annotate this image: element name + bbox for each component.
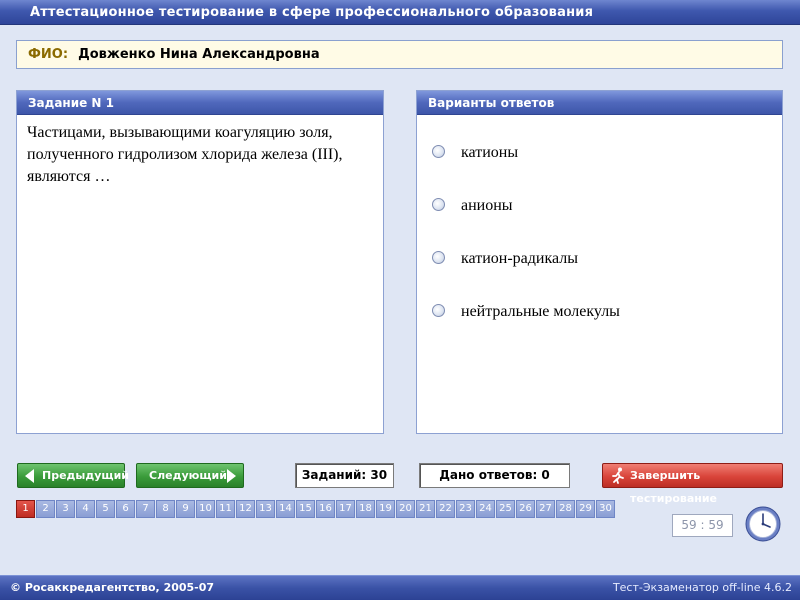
question-number-button[interactable]: 11 xyxy=(216,500,235,518)
question-text: Частицами, вызывающими коагуляцию золя, … xyxy=(27,124,343,185)
finish-test-button[interactable]: Завершить тестирование xyxy=(602,463,783,505)
radio-button-icon[interactable] xyxy=(432,303,445,317)
question-number-button[interactable]: 24 xyxy=(476,500,495,518)
clock-icon xyxy=(745,506,781,542)
question-number-button[interactable]: 3 xyxy=(56,500,75,518)
question-number-button[interactable]: 20 xyxy=(396,500,415,518)
fio-name: Довженко Нина Александровна xyxy=(78,47,320,62)
answered-counter: Дано ответов: 0 xyxy=(419,463,570,488)
answer-option-label: катионы xyxy=(461,144,519,161)
question-number-button[interactable]: 8 xyxy=(156,500,175,518)
question-header: Задание N 1 xyxy=(17,91,383,115)
version-text: Тест-Экзаменатор off-line 4.6.2 xyxy=(612,581,792,594)
next-button-label: Следующий xyxy=(149,469,227,482)
copyright-text: © Росаккредагентство, 2005-07 xyxy=(10,581,215,594)
previous-button[interactable]: Предыдущий xyxy=(17,463,129,488)
tasks-counter: Заданий: 30 xyxy=(295,463,394,488)
arrow-right-icon xyxy=(227,469,236,483)
question-number-button[interactable]: 25 xyxy=(496,500,515,518)
question-number-button[interactable]: 16 xyxy=(316,500,335,518)
question-number-button[interactable]: 22 xyxy=(436,500,455,518)
answer-option[interactable]: анионы xyxy=(432,194,513,218)
next-button[interactable]: Следующий xyxy=(136,463,244,488)
timer-display: 59 : 59 xyxy=(672,514,733,537)
answer-option-label: анионы xyxy=(461,197,513,214)
question-number-button[interactable]: 17 xyxy=(336,500,355,518)
arrow-left-icon xyxy=(25,469,34,483)
answers-panel: Варианты ответов катионы анионы катион-р… xyxy=(416,90,783,434)
question-number-button[interactable]: 21 xyxy=(416,500,435,518)
answer-option[interactable]: катионы xyxy=(432,141,518,165)
fio-label: ФИО: xyxy=(28,47,69,62)
question-number-button[interactable]: 6 xyxy=(116,500,135,518)
question-number-button[interactable]: 2 xyxy=(36,500,55,518)
finish-test-label: Завершить тестирование xyxy=(630,469,718,505)
radio-button-icon[interactable] xyxy=(432,250,445,264)
question-number-button[interactable]: 5 xyxy=(96,500,115,518)
question-number-button[interactable]: 13 xyxy=(256,500,275,518)
answer-option-label: катион-радикалы xyxy=(461,250,578,267)
answers-header: Варианты ответов xyxy=(417,91,782,115)
question-number-button[interactable]: 23 xyxy=(456,500,475,518)
question-number-button[interactable]: 30 xyxy=(596,500,615,518)
running-man-icon xyxy=(612,467,624,484)
previous-button-label: Предыдущий xyxy=(42,469,130,482)
question-number-button[interactable]: 27 xyxy=(536,500,555,518)
question-number-button[interactable]: 28 xyxy=(556,500,575,518)
question-number-button[interactable]: 19 xyxy=(376,500,395,518)
radio-button-icon[interactable] xyxy=(432,197,445,211)
question-number-button[interactable]: 29 xyxy=(576,500,595,518)
question-number-button[interactable]: 18 xyxy=(356,500,375,518)
footer: © Росаккредагентство, 2005-07 Тест-Экзам… xyxy=(0,575,800,600)
question-number-button[interactable]: 1 xyxy=(16,500,35,518)
question-panel: Задание N 1 Частицами, вызывающими коагу… xyxy=(16,90,384,434)
question-number-button[interactable]: 12 xyxy=(236,500,255,518)
question-number-button[interactable]: 14 xyxy=(276,500,295,518)
question-number-button[interactable]: 7 xyxy=(136,500,155,518)
question-number-button[interactable]: 4 xyxy=(76,500,95,518)
radio-button-icon[interactable] xyxy=(432,144,445,158)
window-title: Аттестационное тестирование в сфере проф… xyxy=(0,0,800,25)
answer-option[interactable]: нейтральные молекулы xyxy=(432,300,620,324)
answer-option-label: нейтральные молекулы xyxy=(461,303,620,320)
question-number-button[interactable]: 26 xyxy=(516,500,535,518)
question-number-button[interactable]: 9 xyxy=(176,500,195,518)
question-number-button[interactable]: 15 xyxy=(296,500,315,518)
question-number-button[interactable]: 10 xyxy=(196,500,215,518)
answer-option[interactable]: катион-радикалы xyxy=(432,247,578,271)
fio-box: ФИО: Довженко Нина Александровна xyxy=(16,40,783,69)
